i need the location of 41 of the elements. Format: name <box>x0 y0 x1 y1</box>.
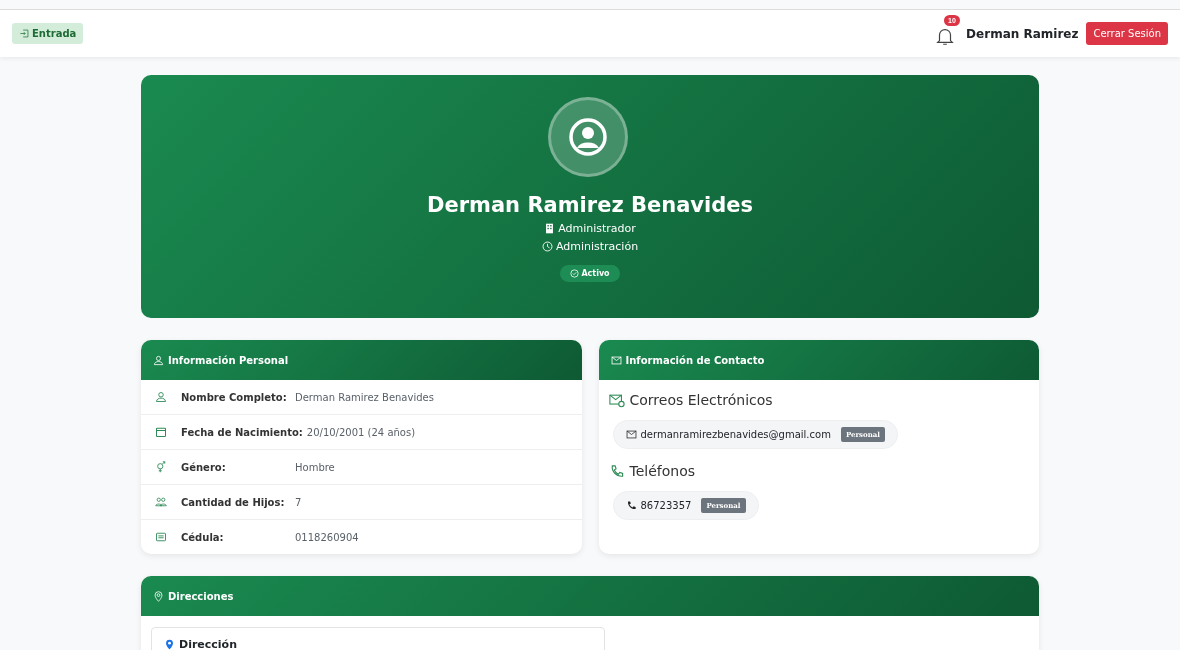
clock-icon <box>541 241 553 252</box>
phone-number: 86723357 <box>640 500 692 511</box>
field-label: Nombre Completo: <box>181 391 288 403</box>
field-label: Cédula: <box>181 531 225 543</box>
envelope-icon <box>610 354 622 366</box>
field-value: 20/10/2001 (24 años) <box>306 426 416 438</box>
people-icon <box>155 496 167 508</box>
person-icon <box>153 354 164 366</box>
field-value: Hombre <box>295 461 335 473</box>
field-label: Cantidad de Hijos: <box>181 496 286 508</box>
card-icon <box>155 531 167 543</box>
card-title: Direcciones <box>168 590 234 602</box>
calendar-icon <box>155 426 167 438</box>
status-badge: Activo <box>560 265 620 282</box>
envelope-icon <box>625 429 637 440</box>
profile-role: Administrador <box>558 222 636 235</box>
address-title: Dirección <box>179 638 237 650</box>
field-value: 7 <box>295 496 302 508</box>
check-circle-icon <box>570 269 580 278</box>
phone-icon <box>625 500 637 511</box>
person-icon <box>155 391 167 403</box>
card-title: Información Personal <box>168 354 289 366</box>
building-icon <box>544 223 556 234</box>
logout-button[interactable]: Cerrar Sesión <box>1086 22 1168 45</box>
envelope-icon <box>608 392 625 408</box>
user-circle-icon <box>568 117 608 157</box>
profile-department: Administración <box>555 240 639 253</box>
gender-icon <box>155 461 167 473</box>
field-label: Fecha de Nacimiento: <box>181 426 303 438</box>
sign-in-icon <box>19 28 30 39</box>
entry-button[interactable]: Entrada <box>12 23 84 44</box>
section-title: Teléfonos <box>629 463 695 479</box>
field-label: Género: <box>181 461 227 473</box>
section-title: Correos Electrónicos <box>629 392 773 408</box>
email-address: dermanramirezbenavides@gmail.com <box>640 429 831 440</box>
card-title: Información de Contacto <box>625 354 765 366</box>
field-value: 0118260904 <box>295 531 359 543</box>
field-value: Derman Ramirez Benavides <box>295 391 434 403</box>
location-pin-icon <box>153 590 164 602</box>
profile-name: Derman Ramirez Benavides <box>427 193 753 217</box>
user-name: Derman Ramirez <box>966 26 1079 41</box>
